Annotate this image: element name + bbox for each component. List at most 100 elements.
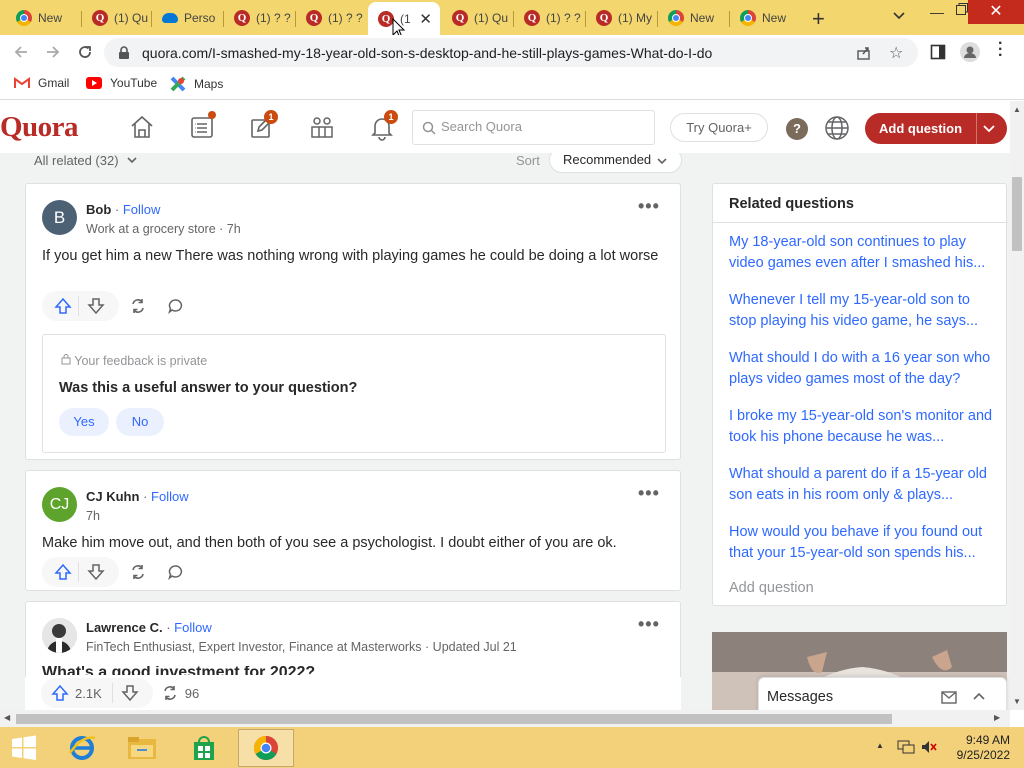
related-question-link[interactable]: My 18-year-old son continues to play vid…	[729, 232, 1001, 274]
network-icon[interactable]	[897, 739, 915, 760]
browser-menu-icon[interactable]: · · ·	[998, 36, 1003, 64]
scroll-down-arrow-icon[interactable]: ▼	[1013, 697, 1021, 706]
browser-tab[interactable]: Q (1) ? ?	[296, 4, 368, 32]
vertical-scrollbar[interactable]: ▲ ▼	[1010, 101, 1024, 710]
more-options-icon[interactable]: •••	[638, 614, 660, 635]
avatar[interactable]: B	[42, 200, 77, 235]
messages-dock[interactable]: Messages	[758, 677, 1007, 710]
related-question-link[interactable]: I broke my 15-year-old son's monitor and…	[729, 406, 1001, 448]
downvote-icon[interactable]	[79, 557, 113, 587]
quora-logo[interactable]: Quora	[0, 111, 79, 144]
add-question-button[interactable]: Add question	[865, 113, 1007, 144]
vertical-scroll-thumb[interactable]	[1012, 177, 1022, 251]
upvote-icon[interactable]	[48, 291, 78, 321]
browser-tab[interactable]: Q (1) Qu	[82, 4, 152, 32]
taskbar-ie[interactable]	[58, 729, 106, 767]
back-icon[interactable]	[12, 43, 30, 66]
taskbar-store[interactable]	[180, 729, 228, 767]
related-question-link[interactable]: How would you behave if you found out th…	[729, 522, 1001, 564]
scroll-right-arrow-icon[interactable]: ▶	[994, 713, 1000, 722]
search-input[interactable]	[441, 119, 641, 134]
home-icon[interactable]	[128, 113, 156, 141]
sidebar-add-question-link[interactable]: Add question	[729, 580, 814, 596]
share-icon[interactable]	[856, 45, 872, 66]
reload-icon[interactable]	[76, 43, 94, 66]
comment-icon[interactable]	[157, 557, 195, 587]
side-panel-icon[interactable]	[930, 44, 946, 65]
related-question-link[interactable]: What should a parent do if a 15-year old…	[729, 464, 1001, 506]
quora-icon: Q	[596, 10, 612, 26]
avatar[interactable]	[42, 618, 77, 653]
help-icon[interactable]: ?	[786, 118, 808, 140]
browser-tab[interactable]: New	[730, 4, 802, 32]
horizontal-scroll-thumb[interactable]	[16, 714, 892, 724]
share-reshare-icon[interactable]	[119, 557, 157, 587]
tray-expand-icon[interactable]: ▲	[876, 741, 884, 750]
browser-tab[interactable]: Q (1) My	[586, 4, 658, 32]
author-name[interactable]: Lawrence C.	[86, 620, 163, 635]
volume-muted-icon[interactable]	[920, 739, 938, 760]
vote-group	[42, 291, 119, 321]
feedback-yes-button[interactable]: Yes	[59, 408, 109, 436]
tab-search-chevron-icon[interactable]	[892, 8, 906, 27]
browser-tab[interactable]: New	[658, 4, 730, 32]
browser-tab[interactable]: Q (1) ? ?	[224, 4, 296, 32]
bookmark-gmail[interactable]: Gmail	[14, 76, 69, 90]
horizontal-scrollbar[interactable]: ◀ ▶	[0, 710, 1010, 727]
upvote-button[interactable]: 2.1K	[47, 678, 106, 708]
sort-dropdown[interactable]: Recommended	[549, 153, 682, 173]
related-question-link[interactable]: Whenever I tell my 15-year-old son to st…	[729, 290, 1001, 332]
more-options-icon[interactable]: •••	[638, 483, 660, 504]
url-text[interactable]: quora.com/I-smashed-my-18-year-old-son-s…	[142, 45, 712, 61]
browser-tab[interactable]: Q (1) Qu	[442, 4, 514, 32]
address-bar[interactable]: quora.com/I-smashed-my-18-year-old-son-s…	[104, 38, 918, 67]
author-name[interactable]: CJ Kuhn	[86, 489, 139, 504]
related-question-link[interactable]: What should I do with a 16 year son who …	[729, 348, 1001, 390]
profile-avatar-icon[interactable]	[960, 42, 980, 62]
search-box[interactable]	[412, 110, 655, 145]
scroll-up-arrow-icon[interactable]: ▲	[1013, 105, 1021, 114]
following-icon[interactable]	[188, 111, 216, 141]
system-clock[interactable]: 9:49 AM 9/25/2022	[950, 733, 1010, 763]
avatar[interactable]: CJ	[42, 487, 77, 522]
try-quora-plus-button[interactable]: Try Quora+	[670, 113, 768, 142]
upvote-icon[interactable]	[48, 557, 78, 587]
all-related-filter[interactable]: All related (32)	[34, 153, 138, 168]
new-tab-icon[interactable]: +	[812, 6, 825, 32]
taskbar-chrome-active[interactable]	[238, 729, 294, 767]
minimize-icon[interactable]: —	[930, 4, 944, 20]
spaces-icon[interactable]	[308, 113, 336, 141]
close-tab-icon[interactable]: ✕	[419, 10, 432, 28]
bookmark-maps[interactable]: Maps	[170, 76, 223, 92]
share-reshare-icon[interactable]	[119, 291, 157, 321]
bookmark-star-icon[interactable]: ☆	[889, 43, 903, 63]
feedback-no-button[interactable]: No	[116, 408, 164, 436]
follow-link[interactable]: Follow	[151, 489, 189, 504]
downvote-icon[interactable]	[113, 678, 147, 708]
promoted-title[interactable]: What's a good investment for 2022?	[42, 666, 662, 675]
notifications-bell-icon[interactable]: 1	[368, 110, 398, 141]
scroll-left-arrow-icon[interactable]: ◀	[4, 713, 10, 722]
close-window-icon[interactable]: ✕	[968, 0, 1024, 24]
language-globe-icon[interactable]	[824, 115, 850, 146]
restore-icon[interactable]	[955, 2, 969, 21]
browser-tab[interactable]: New	[6, 4, 82, 32]
follow-link[interactable]: Follow	[123, 202, 161, 217]
chevron-down-icon[interactable]	[983, 113, 995, 155]
comment-icon[interactable]	[157, 291, 195, 321]
compose-message-icon[interactable]	[941, 690, 957, 709]
taskbar-file-explorer[interactable]	[118, 729, 166, 767]
browser-tab[interactable]: Perso	[152, 4, 224, 32]
follow-link[interactable]: Follow	[174, 620, 212, 635]
browser-tab[interactable]: Q (1) ? ?	[514, 4, 586, 32]
chevron-up-icon[interactable]	[972, 690, 986, 709]
start-button[interactable]	[0, 729, 48, 767]
author-name[interactable]: Bob	[86, 202, 111, 217]
lock-icon[interactable]	[118, 46, 130, 65]
more-options-icon[interactable]: •••	[638, 196, 660, 217]
forward-icon[interactable]	[44, 43, 62, 66]
answer-icon[interactable]: 1	[248, 110, 278, 141]
reshare-button[interactable]: 96	[153, 678, 207, 708]
bookmark-youtube[interactable]: YouTube	[86, 76, 157, 90]
downvote-icon[interactable]	[79, 291, 113, 321]
